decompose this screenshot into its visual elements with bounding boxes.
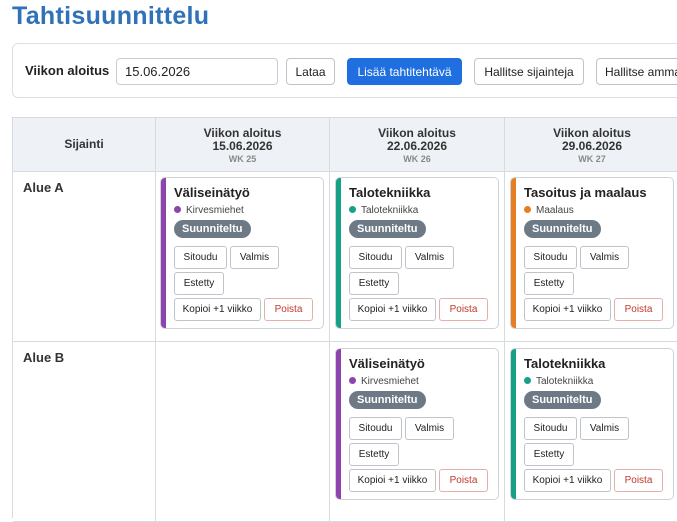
toolbar: Viikon aloitus Lataa Lisää tahtitehtävä …	[12, 43, 677, 98]
location-cell-alue-a: Alue A	[13, 172, 156, 342]
trade-name: Talotekniikka	[536, 376, 594, 387]
copy-next-week-button[interactable]: Kopioi +1 viikko	[174, 298, 261, 321]
copy-next-week-button[interactable]: Kopioi +1 viikko	[349, 469, 436, 492]
trade-dot-icon	[349, 206, 356, 213]
week-header-label: Viikon aloitus	[203, 126, 282, 140]
task-card[interactable]: Väliseinätyö Kirvesmiehet Suunniteltu Si…	[160, 177, 324, 329]
done-button[interactable]: Valmis	[580, 417, 629, 440]
trade-dot-icon	[349, 377, 356, 384]
week-header-date: 29.06.2026	[561, 139, 623, 153]
commit-button[interactable]: Sitoudu	[524, 417, 577, 440]
status-badge: Suunniteltu	[524, 220, 601, 238]
status-badge: Suunniteltu	[349, 220, 426, 238]
done-button[interactable]: Valmis	[580, 246, 629, 269]
week-header-26: Viikon aloitus 22.06.2026 WK 26	[330, 118, 505, 172]
done-button[interactable]: Valmis	[230, 246, 279, 269]
location-column-header: Sijainti	[64, 137, 104, 151]
page-title: Tahtisuunnittelu	[12, 2, 210, 30]
blocked-button[interactable]: Estetty	[524, 272, 574, 295]
trade-color-bar	[161, 178, 166, 328]
done-button[interactable]: Valmis	[405, 246, 454, 269]
trade-name: Kirvesmiehet	[186, 205, 244, 216]
trade-label: Kirvesmiehet	[349, 376, 419, 387]
task-title: Väliseinätyö	[349, 356, 425, 371]
delete-button[interactable]: Poista	[264, 298, 313, 321]
commit-button[interactable]: Sitoudu	[349, 417, 402, 440]
task-title: Tasoitus ja maalaus	[524, 185, 647, 200]
week-header-label: Viikon aloitus	[553, 126, 631, 140]
trade-label: Talotekniikka	[524, 376, 593, 387]
trade-name: Kirvesmiehet	[361, 376, 419, 387]
trade-color-bar	[511, 178, 516, 328]
blocked-button[interactable]: Estetty	[174, 272, 224, 295]
copy-next-week-button[interactable]: Kopioi +1 viikko	[524, 469, 611, 492]
done-button[interactable]: Valmis	[405, 417, 454, 440]
commit-button[interactable]: Sitoudu	[349, 246, 402, 269]
week-header-number: WK 25	[228, 154, 257, 164]
week-header-25: Viikon aloitus 15.06.2026 WK 25	[156, 118, 330, 172]
trade-color-bar	[336, 349, 341, 499]
delete-button[interactable]: Poista	[439, 469, 488, 492]
week-header-date: 15.06.2026	[212, 139, 273, 153]
week-header-number: WK 27	[578, 154, 606, 164]
trade-dot-icon	[174, 206, 181, 213]
task-title: Talotekniikka	[524, 356, 606, 371]
trade-label: Kirvesmiehet	[174, 205, 244, 216]
trade-label: Talotekniikka	[349, 205, 418, 216]
delete-button[interactable]: Poista	[439, 298, 488, 321]
week-start-label: Viikon aloitus	[25, 63, 110, 78]
trade-name: Maalaus	[536, 205, 574, 216]
location-name: Alue A	[23, 180, 64, 195]
corner-header: Sijainti	[13, 118, 156, 172]
trade-dot-icon	[524, 377, 531, 384]
manage-locations-button[interactable]: Hallitse sijainteja	[474, 58, 584, 85]
copy-next-week-button[interactable]: Kopioi +1 viikko	[349, 298, 436, 321]
blocked-button[interactable]: Estetty	[349, 443, 399, 466]
task-title: Väliseinätyö	[174, 185, 250, 200]
delete-button[interactable]: Poista	[614, 469, 663, 492]
blocked-button[interactable]: Estetty	[349, 272, 399, 295]
trade-label: Maalaus	[524, 205, 574, 216]
trade-dot-icon	[524, 206, 531, 213]
status-badge: Suunniteltu	[524, 391, 601, 409]
week-header-27: Viikon aloitus 29.06.2026 WK 27	[505, 118, 677, 172]
week-start-input[interactable]	[116, 58, 278, 85]
week-header-number: WK 26	[403, 154, 431, 164]
grid-cell-empty	[156, 342, 330, 522]
load-button[interactable]: Lataa	[286, 58, 335, 85]
week-header-date: 22.06.2026	[386, 139, 448, 153]
copy-next-week-button[interactable]: Kopioi +1 viikko	[524, 298, 611, 321]
task-card[interactable]: Talotekniikka Talotekniikka Suunniteltu …	[510, 348, 674, 500]
delete-button[interactable]: Poista	[614, 298, 663, 321]
status-badge: Suunniteltu	[349, 391, 426, 409]
commit-button[interactable]: Sitoudu	[524, 246, 577, 269]
status-badge: Suunniteltu	[174, 220, 251, 238]
week-header-label: Viikon aloitus	[378, 126, 456, 140]
task-card[interactable]: Talotekniikka Talotekniikka Suunniteltu …	[335, 177, 499, 329]
task-title: Talotekniikka	[349, 185, 431, 200]
manage-trades-button[interactable]: Hallitse amma	[596, 58, 677, 85]
location-name: Alue B	[23, 350, 65, 365]
trade-color-bar	[336, 178, 341, 328]
location-cell-alue-b: Alue B	[13, 342, 156, 522]
blocked-button[interactable]: Estetty	[524, 443, 574, 466]
task-card[interactable]: Väliseinätyö Kirvesmiehet Suunniteltu Si…	[335, 348, 499, 500]
task-card[interactable]: Tasoitus ja maalaus Maalaus Suunniteltu …	[510, 177, 674, 329]
trade-name: Talotekniikka	[361, 205, 419, 216]
add-takt-task-button[interactable]: Lisää tahtitehtävä	[347, 58, 462, 85]
commit-button[interactable]: Sitoudu	[174, 246, 227, 269]
trade-color-bar	[511, 349, 516, 499]
